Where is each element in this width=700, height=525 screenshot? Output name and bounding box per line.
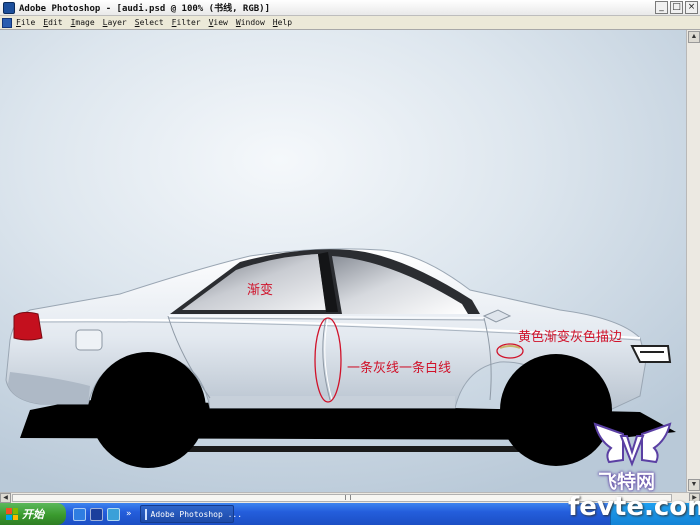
window-controls: _ □ × (655, 1, 698, 14)
menu-layer[interactable]: Layer (103, 18, 127, 27)
window-title: Adobe Photoshop - [audi.psd @ 100% (书线, … (19, 4, 270, 14)
scroll-up-arrow-icon[interactable]: ▲ (688, 31, 700, 43)
scroll-grip-icon (345, 495, 351, 500)
annotation-gradient: 渐变 (247, 283, 274, 298)
maximize-button[interactable]: □ (670, 1, 683, 14)
title-bar: Adobe Photoshop - [audi.psd @ 100% (书线, … (0, 0, 700, 16)
menu-select[interactable]: Select (135, 18, 164, 27)
fevte-logo: 飞特网 fevte.com (565, 420, 700, 525)
annotation-door-lines: 一条灰线一条白线 (347, 361, 452, 376)
taskbar-photoshop-label: Adobe Photoshop ... (150, 509, 243, 519)
ie-icon[interactable] (73, 507, 86, 521)
tail-light (13, 311, 43, 341)
menu-file[interactable]: File (16, 18, 35, 27)
start-label: 开始 (22, 508, 44, 521)
photoshop-app-icon[interactable] (3, 1, 15, 14)
menu-window[interactable]: Window (236, 18, 265, 27)
menu-bar: File Edit Image Layer Select Filter View… (0, 16, 700, 30)
logo-text-en: fevte.com (568, 492, 700, 522)
menu-view[interactable]: View (209, 18, 228, 27)
menu-filter[interactable]: Filter (172, 18, 201, 27)
chevron-right-icon[interactable]: » (126, 509, 132, 519)
head-light (630, 345, 672, 363)
menu-edit[interactable]: Edit (43, 18, 62, 27)
rear-wheel (90, 352, 206, 468)
minimize-button[interactable]: _ (655, 1, 668, 14)
photoshop-icon (144, 508, 147, 520)
start-button[interactable]: 开始 (0, 503, 66, 525)
quick-launch: » (73, 507, 132, 521)
close-button[interactable]: × (685, 1, 698, 14)
logo-text-cn: 飞特网 (598, 471, 656, 493)
windows-flag-icon (6, 508, 18, 520)
scroll-left-arrow-icon[interactable]: ◀ (0, 493, 11, 503)
word-icon[interactable] (90, 507, 103, 521)
document-icon[interactable] (2, 17, 12, 28)
menu-image[interactable]: Image (71, 18, 95, 27)
taskbar-photoshop-button[interactable]: Adobe Photoshop ... (139, 505, 242, 523)
fuel-cap (75, 329, 103, 351)
media-icon[interactable] (107, 507, 120, 521)
annotation-handle-stroke: 黄色渐变灰色描边 (518, 330, 623, 345)
menu-help[interactable]: Help (273, 18, 292, 27)
